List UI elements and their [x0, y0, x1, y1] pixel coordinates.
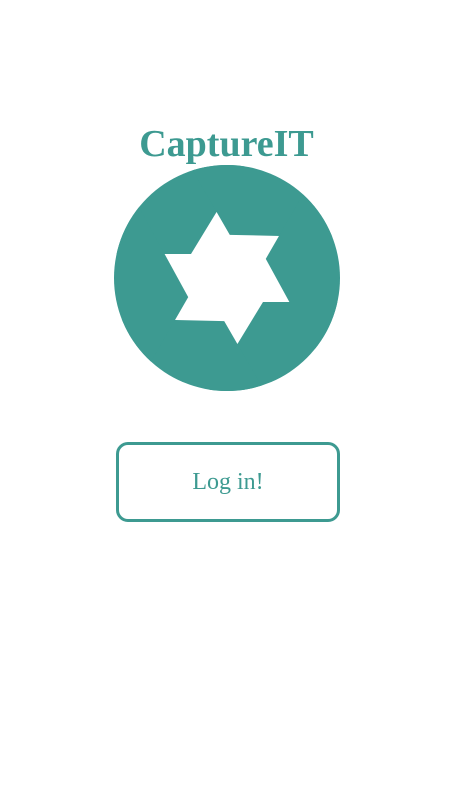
app-title: CaptureIT — [139, 123, 314, 165]
login-button[interactable]: Log in! — [116, 442, 340, 522]
login-screen: CaptureIT Log in! — [0, 0, 453, 789]
aperture-blades — [114, 165, 340, 391]
camera-aperture-icon — [114, 165, 340, 391]
